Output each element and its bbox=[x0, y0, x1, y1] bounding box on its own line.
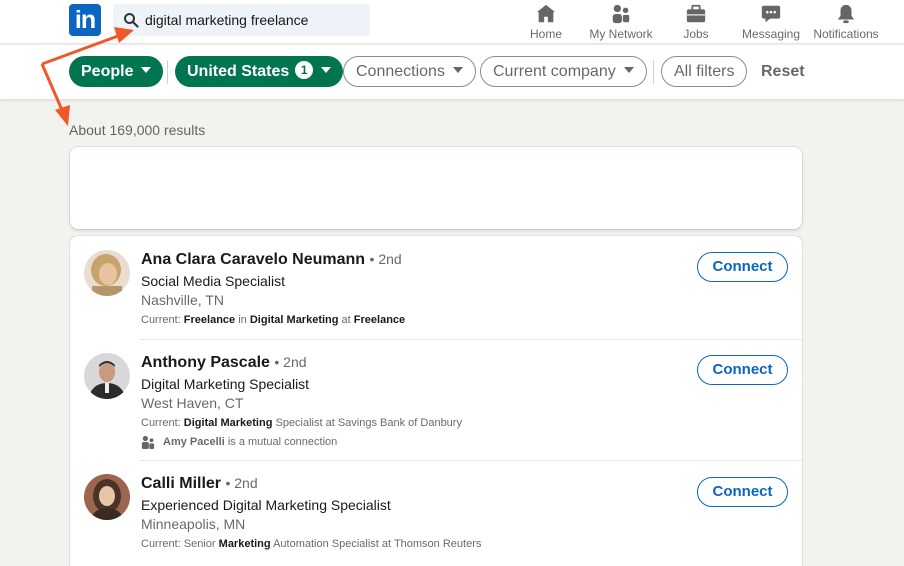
current-company-filter-label: Current company bbox=[493, 63, 616, 80]
result-name[interactable]: Anthony Pascale • 2nd bbox=[141, 354, 307, 372]
avatar[interactable] bbox=[84, 250, 130, 296]
connect-button[interactable]: Connect bbox=[697, 355, 788, 385]
result-item: Calli Miller • 2nd Experienced Digital M… bbox=[70, 461, 802, 566]
nav-jobs[interactable]: Jobs bbox=[682, 3, 710, 41]
all-filters-label: All filters bbox=[674, 63, 735, 80]
filter-divider bbox=[167, 60, 168, 84]
result-name[interactable]: Ana Clara Caravelo Neumann • 2nd bbox=[141, 251, 402, 269]
result-item: Anthony Pascale • 2nd Digital Marketing … bbox=[70, 340, 802, 460]
people-filter-label: People bbox=[81, 63, 134, 80]
current-highlight: Freelance bbox=[353, 314, 406, 326]
connection-degree: • 2nd bbox=[225, 475, 258, 491]
nav-my-network[interactable]: My Network bbox=[588, 3, 654, 41]
current-text: in bbox=[235, 314, 250, 326]
caret-down-icon bbox=[623, 66, 634, 73]
avatar[interactable] bbox=[84, 474, 130, 520]
empty-card bbox=[70, 147, 802, 229]
connections-filter-button[interactable]: Connections bbox=[343, 56, 476, 87]
search-icon bbox=[124, 13, 139, 28]
search-input[interactable]: digital marketing freelance bbox=[113, 4, 370, 36]
result-item: Ana Clara Caravelo Neumann • 2nd Social … bbox=[70, 236, 802, 339]
people-filter-button[interactable]: People bbox=[69, 56, 164, 87]
location-filter-button[interactable]: United States 1 bbox=[175, 56, 344, 87]
current-highlight: Digital Marketing bbox=[183, 417, 273, 429]
current-highlight: Marketing bbox=[218, 538, 271, 550]
result-title: Experienced Digital Marketing Specialist bbox=[141, 497, 391, 513]
results-list: Ana Clara Caravelo Neumann • 2nd Social … bbox=[70, 236, 802, 566]
filter-divider bbox=[653, 60, 654, 84]
nav-label: Home bbox=[529, 27, 562, 41]
result-current: Current: Freelance in Digital Marketing … bbox=[141, 314, 405, 326]
nav-label: Notifications bbox=[813, 27, 879, 41]
result-location: Nashville, TN bbox=[141, 292, 224, 308]
nav-notifications[interactable]: Notifications bbox=[812, 3, 880, 41]
network-icon bbox=[612, 4, 630, 24]
connect-button[interactable]: Connect bbox=[697, 477, 788, 507]
arrowhead bbox=[55, 105, 70, 126]
nav-home[interactable]: Home bbox=[528, 3, 564, 41]
result-current: Current: Digital Marketing Specialist at… bbox=[141, 417, 462, 429]
nav-messaging[interactable]: Messaging bbox=[741, 3, 801, 41]
mutual-text: is a mutual connection bbox=[224, 435, 338, 448]
caret-down-icon bbox=[141, 66, 152, 73]
search-query[interactable]: digital marketing freelance bbox=[145, 12, 308, 28]
reset-button[interactable]: Reset bbox=[761, 63, 805, 81]
current-text: Specialist at Savings Bank of Danbury bbox=[272, 417, 462, 429]
avatar-photo bbox=[84, 474, 130, 520]
result-name[interactable]: Calli Miller • 2nd bbox=[141, 475, 258, 493]
connect-button[interactable]: Connect bbox=[697, 252, 788, 282]
connections-filter-label: Connections bbox=[356, 63, 445, 80]
current-text: Current: bbox=[141, 417, 184, 429]
mutual-connections-icon bbox=[141, 435, 155, 449]
nav-label: Messaging bbox=[741, 27, 801, 41]
result-location: West Haven, CT bbox=[141, 395, 244, 411]
top-nav: in digital marketing freelance Home My N… bbox=[0, 0, 904, 44]
nav-label: My Network bbox=[589, 27, 653, 41]
mutual-connection[interactable]: Amy Pacelli is a mutual connection bbox=[141, 435, 337, 449]
current-text: Current: Senior bbox=[141, 538, 219, 550]
current-company-filter-button[interactable]: Current company bbox=[480, 56, 647, 87]
result-name-text: Anthony Pascale bbox=[141, 354, 270, 371]
caret-down-icon bbox=[452, 66, 463, 73]
result-title: Digital Marketing Specialist bbox=[141, 376, 310, 392]
result-name-text: Calli Miller bbox=[141, 475, 222, 492]
messaging-icon bbox=[761, 5, 781, 23]
location-filter-label: United States bbox=[187, 63, 290, 80]
mutual-name: Amy Pacelli bbox=[163, 435, 225, 448]
result-title: Social Media Specialist bbox=[141, 273, 285, 289]
connection-degree: • 2nd bbox=[274, 354, 307, 370]
result-location: Minneapolis, MN bbox=[141, 516, 246, 532]
briefcase-icon bbox=[686, 4, 706, 23]
avatar[interactable] bbox=[84, 353, 130, 399]
current-text: Automation Specialist at Thomson Reuters bbox=[270, 538, 482, 550]
bell-icon bbox=[837, 4, 855, 24]
result-current: Current: Senior Marketing Automation Spe… bbox=[141, 538, 481, 550]
current-highlight: Freelance bbox=[183, 314, 236, 326]
caret-down-icon bbox=[321, 66, 332, 73]
nav-label: Jobs bbox=[683, 27, 709, 41]
linkedin-logo[interactable]: in bbox=[69, 4, 101, 36]
result-name-text: Ana Clara Caravelo Neumann bbox=[141, 251, 366, 268]
connection-degree: • 2nd bbox=[369, 251, 402, 267]
home-icon bbox=[536, 4, 556, 23]
avatar-photo bbox=[84, 353, 130, 399]
results-count: About 169,000 results bbox=[69, 122, 206, 138]
current-text: at bbox=[338, 314, 354, 326]
avatar-photo bbox=[84, 250, 130, 296]
current-highlight: Digital Marketing bbox=[249, 314, 339, 326]
location-count-badge: 1 bbox=[295, 60, 314, 79]
all-filters-button[interactable]: All filters bbox=[661, 56, 748, 87]
current-text: Current: bbox=[141, 314, 184, 326]
